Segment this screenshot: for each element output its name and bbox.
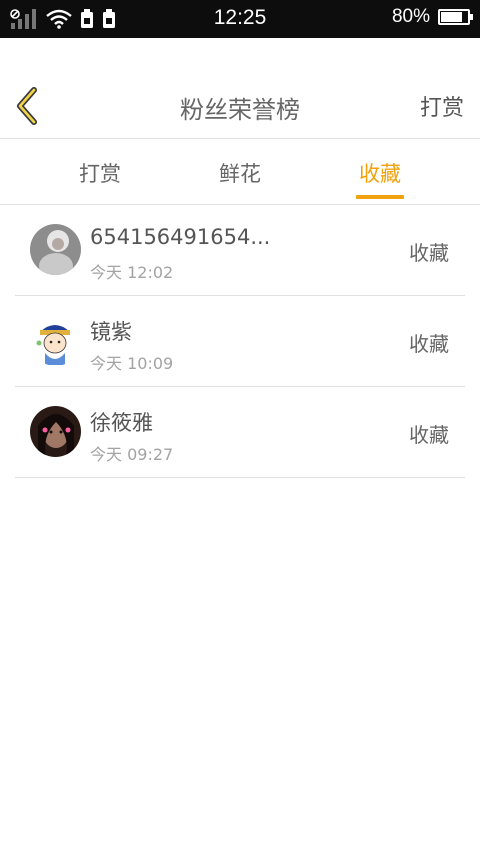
favorite-label: 收藏	[409, 241, 449, 265]
list-item[interactable]: 镜紫 今天 10:09 收藏	[15, 296, 465, 387]
list-item[interactable]: 654156491654... 今天 12:02 收藏	[15, 205, 465, 296]
favorite-label: 收藏	[409, 423, 449, 447]
fan-name: 徐筱雅	[90, 411, 153, 435]
favorite-label: 收藏	[409, 332, 449, 356]
avatar	[30, 224, 81, 275]
battery-fill	[441, 12, 462, 22]
fan-time: 今天 12:02	[90, 263, 174, 282]
tab-bar: 打赏 鲜花 收藏	[0, 140, 480, 205]
battery-icon	[438, 9, 473, 25]
avatar	[30, 406, 81, 457]
tab-flowers[interactable]: 鲜花	[200, 158, 280, 188]
fan-time: 今天 09:27	[90, 445, 174, 464]
fan-time: 今天 10:09	[90, 354, 174, 373]
battery-percent: 80%	[391, 6, 430, 27]
app-header: 粉丝荣誉榜 打赏	[0, 38, 480, 139]
active-tab-indicator	[356, 195, 404, 199]
avatar	[30, 315, 81, 366]
fan-name: 镜紫	[90, 320, 132, 344]
page-title: 粉丝荣誉榜	[180, 96, 300, 124]
tab-reward[interactable]: 打赏	[60, 158, 140, 188]
reward-button[interactable]: 打赏	[420, 90, 464, 122]
tab-favorites[interactable]: 收藏	[340, 158, 420, 188]
list-item[interactable]: 徐筱雅 今天 09:27 收藏	[15, 387, 465, 478]
fan-list: 654156491654... 今天 12:02 收藏 镜紫 今天 10:09 …	[15, 205, 465, 478]
status-bar: 12:25 80%	[0, 0, 480, 38]
fan-name: 654156491654...	[90, 225, 271, 249]
status-icons-right: 80%	[391, 6, 473, 28]
